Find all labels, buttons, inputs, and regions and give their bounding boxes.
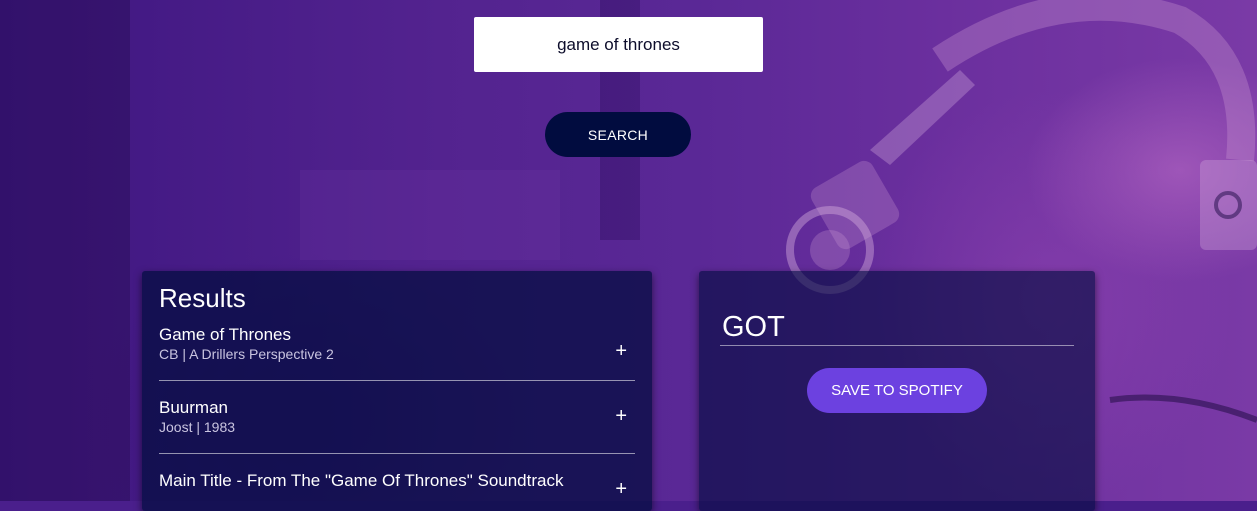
track-name: Main Title - From The "Game Of Thrones" … [159, 471, 564, 490]
add-track-icon[interactable]: + [615, 406, 627, 426]
track-name: Buurman [159, 398, 228, 417]
track-info: Joost | 1983 [159, 419, 236, 435]
playlist-name-input[interactable] [720, 309, 1074, 346]
track-item: Buurman Joost | 1983 + [159, 381, 635, 454]
track-item: Game of Thrones CB | A Drillers Perspect… [159, 325, 635, 381]
save-to-spotify-button[interactable]: SAVE TO SPOTIFY [807, 368, 987, 413]
track-info: CB | A Drillers Perspective 2 [159, 346, 334, 362]
results-title: Results [159, 283, 246, 313]
track-item: Main Title - From The "Game Of Thrones" … [159, 454, 635, 511]
track-name: Game of Thrones [159, 325, 291, 344]
add-track-icon[interactable]: + [615, 479, 627, 499]
search-input[interactable] [474, 17, 763, 72]
playlist-panel: SAVE TO SPOTIFY [699, 271, 1095, 511]
add-track-icon[interactable]: + [615, 341, 627, 361]
results-panel: Results Game of Thrones CB | A Drillers … [142, 271, 652, 511]
search-button[interactable]: SEARCH [545, 112, 691, 157]
